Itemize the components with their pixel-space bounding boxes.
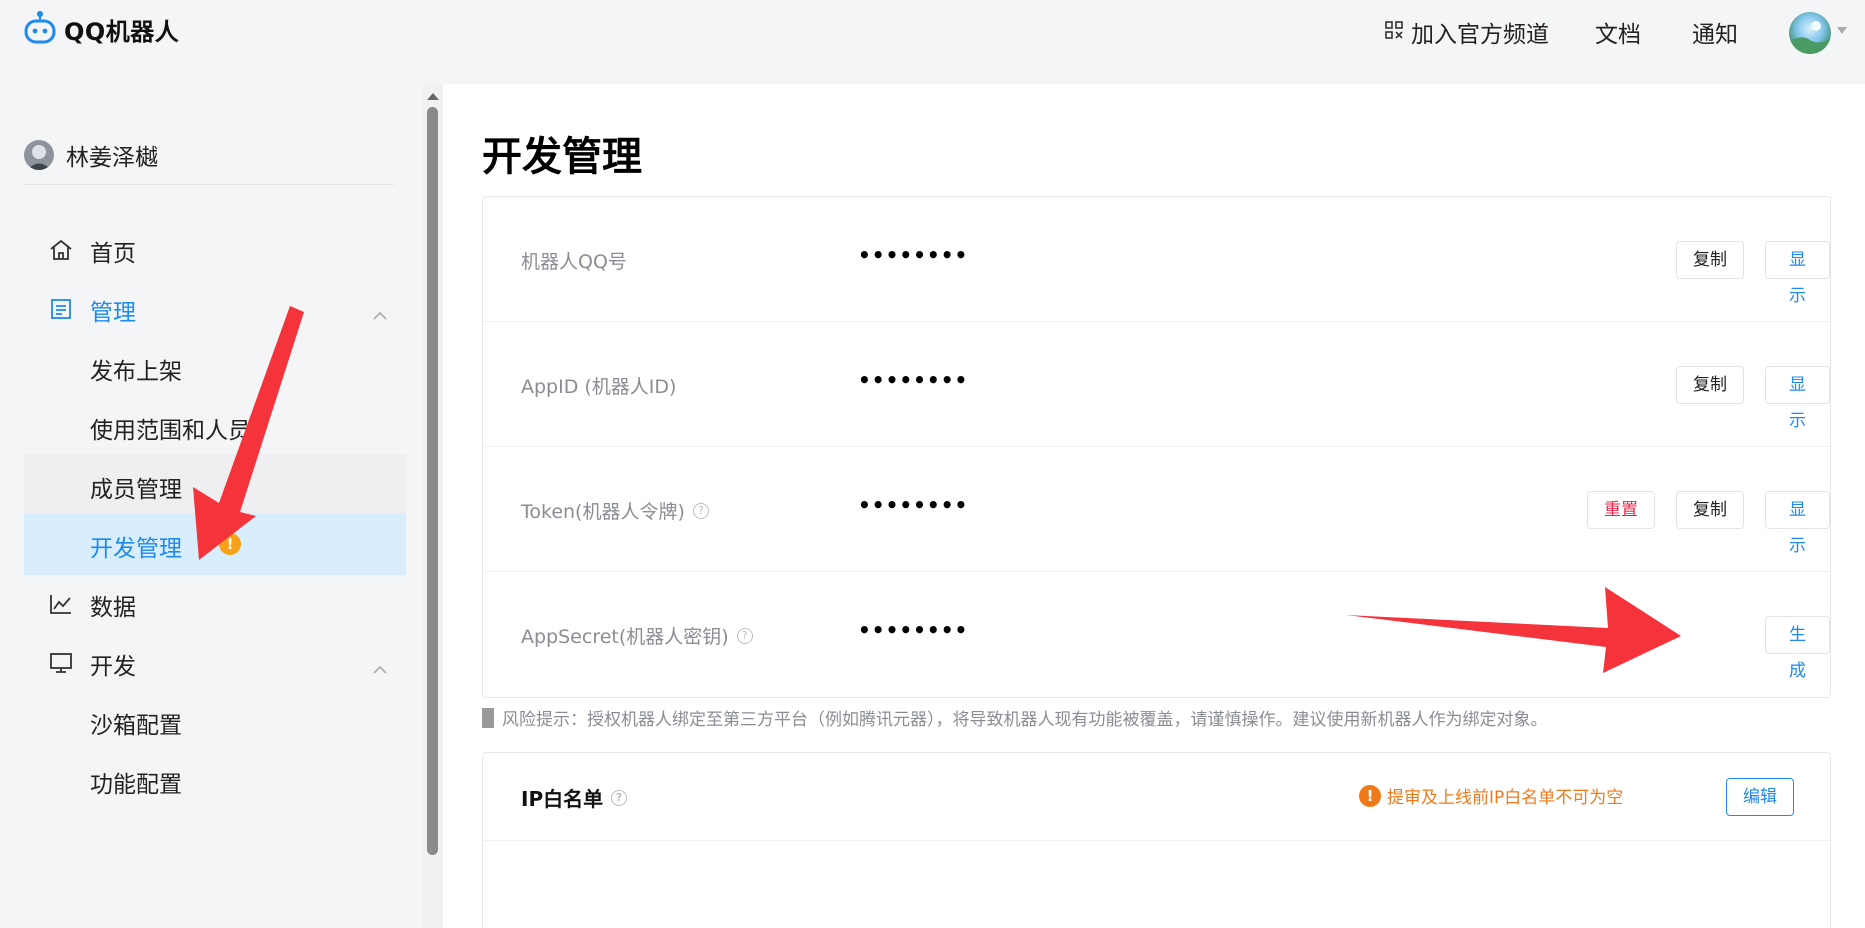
ip-whitelist-header: IP白名单 ? ! 提审及上线前IP白名单不可为空 编辑	[483, 753, 1830, 841]
user-avatar	[24, 140, 54, 170]
nav-docs[interactable]: 文档	[1595, 15, 1641, 49]
chevron-up-icon[interactable]	[372, 655, 388, 681]
show-button[interactable]: 显示	[1765, 491, 1830, 556]
sidebar-item-label: 发布上架	[90, 359, 182, 385]
sidebar-item-label: 首页	[90, 241, 136, 267]
grid-icon	[1385, 19, 1403, 45]
help-icon[interactable]: ?	[692, 502, 709, 519]
ip-whitelist-warning-text: 提审及上线前IP白名单不可为空	[1387, 788, 1624, 808]
masked-value: ••••••••	[858, 368, 969, 392]
row-label-text: AppID (机器人ID)	[521, 376, 677, 398]
sidebar: 林姜泽樾 首页 管理 发布上架 使用范围和人员 成员管理 开发管理 ! 数据 开…	[0, 84, 423, 928]
page-title: 开发管理	[482, 134, 642, 180]
row-label: 机器人QQ号	[521, 247, 627, 274]
chevron-up-icon[interactable]	[372, 301, 388, 327]
sidebar-item-members[interactable]: 成员管理	[24, 454, 406, 516]
sidebar-item-label: 沙箱配置	[90, 713, 182, 739]
top-header: QQ机器人 加入官方频道 文档 通知	[0, 0, 1865, 64]
risk-tip-text: 风险提示：授权机器人绑定至第三方平台（例如腾讯元器），将导致机器人现有功能被覆盖…	[502, 710, 1548, 730]
ip-whitelist-card: IP白名单 ? ! 提审及上线前IP白名单不可为空 编辑	[482, 752, 1831, 928]
sidebar-item-label: 数据	[90, 595, 136, 621]
masked-value: ••••••••	[858, 618, 969, 642]
sidebar-item-label: 开发	[90, 654, 136, 680]
logo-text: QQ机器人	[64, 17, 180, 46]
nav-notice[interactable]: 通知	[1692, 15, 1738, 49]
app-root: QQ机器人 加入官方频道 文档 通知 林姜泽樾 首页 管理 发布上架 使用范围和…	[0, 0, 1865, 928]
sidebar-user: 林姜泽樾	[24, 138, 158, 172]
sidebar-item-develop[interactable]: 开发	[24, 631, 406, 693]
show-button[interactable]: 显示	[1765, 241, 1830, 306]
sidebar-item-home[interactable]: 首页	[24, 218, 406, 280]
ip-whitelist-title: IP白名单 ?	[521, 783, 628, 812]
chart-icon	[48, 591, 74, 617]
main-content: 开发管理 机器人QQ号 •••••••• 复制 显示 AppID (机器人ID)…	[443, 84, 1865, 928]
row-label: Token(机器人令牌) ?	[521, 497, 709, 524]
sidebar-item-data[interactable]: 数据	[24, 572, 406, 634]
masked-value: ••••••••	[858, 493, 969, 517]
sidebar-item-label: 成员管理	[90, 477, 182, 503]
row-appsecret: AppSecret(机器人密钥) ? •••••••• 生成	[483, 572, 1830, 697]
warning-icon: !	[1359, 784, 1381, 807]
row-label-text: Token(机器人令牌)	[521, 501, 685, 523]
sidebar-item-label: 管理	[90, 300, 136, 326]
sidebar-item-dev-manage[interactable]: 开发管理 !	[24, 513, 406, 575]
copy-button[interactable]: 复制	[1676, 366, 1744, 404]
help-icon[interactable]: ?	[736, 627, 753, 644]
row-label: AppSecret(机器人密钥) ?	[521, 622, 753, 649]
row-label-text: 机器人QQ号	[521, 251, 627, 273]
divider	[24, 184, 394, 185]
row-label-text: AppSecret(机器人密钥)	[521, 626, 729, 648]
user-avatar-top[interactable]	[1789, 12, 1831, 54]
masked-value: ••••••••	[858, 243, 969, 267]
copy-button[interactable]: 复制	[1676, 241, 1744, 279]
risk-tip: 风险提示：授权机器人绑定至第三方平台（例如腾讯元器），将导致机器人现有功能被覆盖…	[482, 705, 1548, 730]
sidebar-item-label: 开发管理	[90, 536, 182, 562]
user-name: 林姜泽樾	[66, 145, 158, 171]
row-token: Token(机器人令牌) ? •••••••• 重置 复制 显示	[483, 447, 1830, 572]
ip-whitelist-title-text: IP白名单	[521, 787, 604, 811]
robot-logo-icon	[24, 10, 56, 48]
sidebar-item-scope[interactable]: 使用范围和人员	[24, 395, 406, 457]
logo[interactable]: QQ机器人	[24, 10, 179, 48]
row-appid: AppID (机器人ID) •••••••• 复制 显示	[483, 322, 1830, 447]
risk-tip-marker	[482, 707, 494, 728]
generate-button[interactable]: 生成	[1765, 616, 1830, 681]
credentials-card: 机器人QQ号 •••••••• 复制 显示 AppID (机器人ID) ••••…	[482, 196, 1831, 698]
scroll-thumb[interactable]	[427, 107, 438, 855]
help-icon[interactable]: ?	[611, 789, 628, 806]
sidebar-item-label: 使用范围和人员	[90, 418, 251, 444]
ip-whitelist-warning: ! 提审及上线前IP白名单不可为空	[1359, 783, 1623, 808]
sidebar-scrollbar[interactable]	[423, 84, 443, 928]
sidebar-item-manage[interactable]: 管理	[24, 277, 406, 339]
nav-join-channel[interactable]: 加入官方频道	[1385, 15, 1549, 49]
home-icon	[48, 237, 74, 263]
scroll-up-arrow-icon[interactable]	[427, 93, 439, 100]
monitor-icon	[48, 650, 74, 676]
manage-icon	[48, 296, 74, 322]
avatar-dropdown-caret[interactable]	[1837, 27, 1847, 34]
row-bot-qq: 机器人QQ号 •••••••• 复制 显示	[483, 197, 1830, 322]
sidebar-item-label: 功能配置	[90, 772, 182, 798]
sidebar-item-features[interactable]: 功能配置	[24, 749, 406, 811]
row-label: AppID (机器人ID)	[521, 372, 676, 399]
sidebar-item-sandbox[interactable]: 沙箱配置	[24, 690, 406, 752]
reset-button[interactable]: 重置	[1587, 491, 1655, 529]
show-button[interactable]: 显示	[1765, 366, 1830, 431]
copy-button[interactable]: 复制	[1676, 491, 1744, 529]
nav-join-label: 加入官方频道	[1411, 22, 1549, 48]
edit-button[interactable]: 编辑	[1726, 778, 1794, 816]
sidebar-item-publish[interactable]: 发布上架	[24, 336, 406, 398]
warning-badge-icon: !	[219, 533, 241, 555]
